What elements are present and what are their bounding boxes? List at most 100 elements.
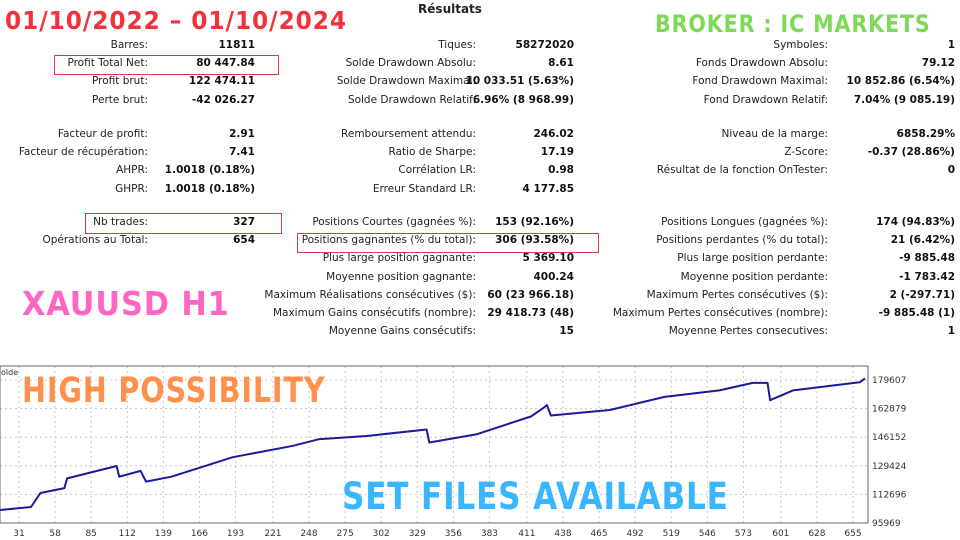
niveau-de-la-marge-value: 6858.29% — [896, 128, 955, 140]
x-tick-label: 601 — [772, 529, 789, 539]
fond-drawdown-relatif-value: 7.04% (9 085.19) — [853, 93, 955, 106]
x-tick-label: 58 — [49, 529, 61, 539]
x-tick-label: 573 — [735, 529, 752, 539]
tagline-banner: HIGH POSSIBILITY — [22, 371, 326, 411]
facteur-de-recuperation-label: Facteur de récupération: — [18, 146, 148, 159]
x-tick-label: 492 — [627, 529, 644, 539]
moyenne-gains-consecutifs-label: Moyenne Gains consécutifs: — [328, 325, 476, 338]
positions-courtes-gagnees-value: 153 (92.16%) — [495, 216, 574, 228]
x-tick-label: 85 — [85, 529, 96, 539]
highlight-nb-trades — [85, 213, 282, 234]
z-score-value: -0.37 (28.86%) — [867, 146, 955, 159]
x-tick-label: 383 — [481, 529, 498, 539]
barres-label: Barres: — [110, 39, 148, 51]
maximum-pertes-consecutives-value: 2 (-297.71) — [889, 288, 955, 301]
tiques-value: 58272020 — [515, 39, 574, 51]
ghpr-label: GHPR: — [115, 182, 148, 195]
moyenne-position-perdante-label: Moyenne position perdante: — [680, 270, 828, 283]
x-tick-label: 221 — [264, 529, 281, 539]
highlight-positions-gagnantes — [297, 233, 599, 253]
facteur-de-profit-label: Facteur de profit: — [57, 128, 148, 140]
correlation-lr-value: 0.98 — [548, 164, 574, 177]
x-tick-label: 139 — [155, 529, 172, 539]
remboursement-attendu-label: Remboursement attendu: — [341, 128, 476, 140]
symboles-value: 1 — [947, 39, 955, 51]
positions-perdantes-du-total-value: 21 (6.42%) — [890, 234, 955, 247]
solde-drawdown-maximal-value: 10 033.51 (5.63%) — [465, 75, 574, 88]
z-score-label: Z-Score: — [784, 146, 828, 159]
ratio-de-sharpe-label: Ratio de Sharpe: — [388, 146, 477, 159]
moyenne-position-perdante-value: -1 783.42 — [899, 270, 955, 283]
y-tick-label: 129424 — [872, 462, 907, 472]
profit-brut-label: Profit brut: — [91, 75, 148, 88]
remboursement-attendu-value: 246.02 — [533, 128, 574, 140]
x-tick-label: 193 — [227, 529, 244, 539]
fonds-drawdown-absolu-value: 79.12 — [921, 57, 955, 70]
maximum-gains-consecutifs-nombre-value: 29 418.73 (48) — [487, 307, 574, 319]
fond-drawdown-maximal-value: 10 852.86 (6.54%) — [846, 75, 955, 88]
maximum-pertes-consecutives-nombre-value: -9 885.48 (1) — [878, 307, 955, 319]
positions-longues-gagnees-label: Positions Longues (gagnées %): — [661, 216, 828, 228]
x-tick-label: 329 — [409, 529, 426, 539]
correlation-lr-label: Corrélation LR: — [398, 164, 476, 177]
highlight-profit-total-net — [54, 55, 279, 75]
solde-drawdown-relatif-value: 6.96% (8 968.99) — [472, 93, 574, 106]
maximum-gains-consecutifs-nombre-label: Maximum Gains consécutifs (nombre): — [272, 307, 476, 319]
maximum-pertes-consecutives-nombre-label: Maximum Pertes consécutives (nombre): — [612, 307, 828, 319]
x-tick-label: 112 — [119, 529, 136, 539]
niveau-de-la-marge-label: Niveau de la marge: — [721, 128, 828, 140]
maximum-realisations-consecutives-label: Maximum Réalisations consécutives ($): — [264, 288, 476, 301]
x-tick-label: 628 — [808, 529, 825, 539]
positions-courtes-gagnees-label: Positions Courtes (gagnées %): — [312, 216, 476, 228]
report-title: Résultats — [418, 2, 482, 16]
erreur-standard-lr-value: 4 177.85 — [522, 182, 574, 195]
positions-longues-gagnees-value: 174 (94.83%) — [876, 216, 955, 228]
x-tick-label: 465 — [590, 529, 607, 539]
operations-au-total-label: Opérations au Total: — [42, 234, 148, 247]
solde-drawdown-relatif-label: Solde Drawdown Relatif: — [347, 93, 476, 106]
x-tick-label: 356 — [445, 529, 462, 539]
positions-perdantes-du-total-label: Positions perdantes (% du total): — [656, 234, 828, 247]
plus-large-position-perdante-label: Plus large position perdante: — [677, 252, 828, 265]
maximum-realisations-consecutives-value: 60 (23 966.18) — [487, 288, 574, 301]
operations-au-total-value: 654 — [233, 234, 255, 247]
moyenne-position-gagnante-label: Moyenne position gagnante: — [326, 270, 476, 283]
plus-large-position-gagnante-value: 5 369.10 — [522, 252, 574, 265]
plus-large-position-gagnante-label: Plus large position gagnante: — [322, 252, 476, 265]
fond-drawdown-relatif-label: Fond Drawdown Relatif: — [703, 93, 828, 106]
x-tick-label: 519 — [663, 529, 680, 539]
y-tick-label: 95969 — [872, 519, 901, 529]
fonds-drawdown-absolu-label: Fonds Drawdown Absolu: — [695, 57, 828, 70]
facteur-de-recuperation-value: 7.41 — [229, 146, 255, 159]
plus-large-position-perdante-value: -9 885.48 — [899, 252, 955, 265]
x-tick-label: 302 — [373, 529, 390, 539]
solde-drawdown-maximal-label: Solde Drawdown Maximal: — [336, 75, 476, 88]
symboles-label: Symboles: — [773, 39, 828, 51]
resultat-de-la-fonction-ontester-value: 0 — [947, 164, 955, 177]
ratio-de-sharpe-value: 17.19 — [540, 146, 574, 159]
x-tick-label: 438 — [554, 529, 571, 539]
set-files-banner: SET FILES AVAILABLE — [342, 475, 729, 518]
x-tick-label: 248 — [300, 529, 317, 539]
x-tick-label: 655 — [844, 529, 861, 539]
maximum-pertes-consecutives-label: Maximum Pertes consécutives ($): — [646, 288, 828, 301]
x-tick-label: 546 — [699, 529, 716, 539]
symbol-banner: XAUUSD H1 — [22, 284, 230, 323]
resultat-de-la-fonction-ontester-label: Résultat de la fonction OnTester: — [656, 164, 828, 177]
fond-drawdown-maximal-label: Fond Drawdown Maximal: — [692, 75, 828, 88]
moyenne-gains-consecutifs-value: 15 — [559, 325, 574, 338]
x-tick-label: 275 — [337, 529, 354, 539]
perte-brut-label: Perte brut: — [92, 93, 148, 106]
moyenne-position-gagnante-value: 400.24 — [533, 270, 574, 283]
moyenne-pertes-consecutives-value: 1 — [947, 325, 955, 338]
facteur-de-profit-value: 2.91 — [229, 128, 255, 140]
barres-value: 11811 — [218, 39, 255, 51]
perte-brut-value: -42 026.27 — [191, 93, 255, 106]
solde-drawdown-absolu-label: Solde Drawdown Absolu: — [345, 57, 476, 70]
ghpr-value: 1.0018 (0.18%) — [164, 182, 255, 195]
ahpr-label: AHPR: — [116, 164, 148, 177]
x-tick-label: 411 — [518, 529, 535, 539]
solde-drawdown-absolu-value: 8.61 — [548, 57, 574, 70]
y-tick-label: 112696 — [872, 490, 907, 500]
ahpr-value: 1.0018 (0.18%) — [164, 164, 255, 177]
